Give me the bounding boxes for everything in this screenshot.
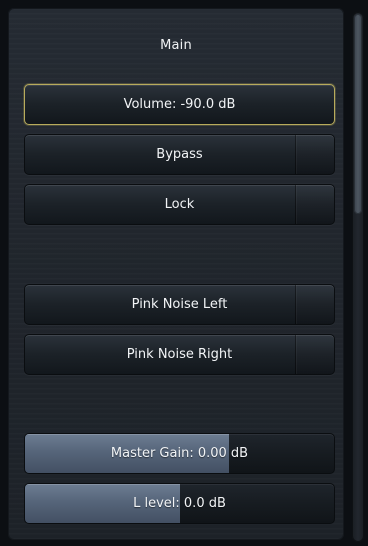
pink-noise-right-indicator: [295, 335, 334, 374]
bypass-button-indicator: [295, 135, 334, 174]
l-level-fader[interactable]: L level: 0.0 dB: [24, 483, 335, 524]
volume-button-label: Volume: -90.0 dB: [123, 97, 236, 112]
lock-button[interactable]: Lock: [24, 184, 335, 225]
scrollbar-thumb[interactable]: [354, 14, 362, 214]
pink-noise-left-indicator: [295, 285, 334, 324]
pink-noise-left-button[interactable]: Pink Noise Left: [24, 284, 335, 325]
master-gain-fader[interactable]: Master Gain: 0.00 dB: [24, 433, 335, 474]
master-gain-fader-label: Master Gain: 0.00 dB: [110, 446, 249, 461]
l-level-fader-label: L level: 0.0 dB: [133, 496, 226, 511]
lock-button-label: Lock: [164, 197, 195, 212]
pink-noise-right-button[interactable]: Pink Noise Right: [24, 334, 335, 375]
app-window: Main Volume: -90.0 dB Bypass Lock Pink N…: [0, 0, 368, 546]
volume-button[interactable]: Volume: -90.0 dB: [24, 84, 335, 125]
lock-button-indicator: [295, 185, 334, 224]
bypass-button-label: Bypass: [156, 147, 203, 162]
pink-noise-left-label: Pink Noise Left: [131, 297, 228, 312]
pink-noise-right-label: Pink Noise Right: [126, 347, 233, 362]
bypass-button[interactable]: Bypass: [24, 134, 335, 175]
vertical-scrollbar[interactable]: [352, 12, 364, 542]
panel-title: Main: [160, 38, 192, 53]
